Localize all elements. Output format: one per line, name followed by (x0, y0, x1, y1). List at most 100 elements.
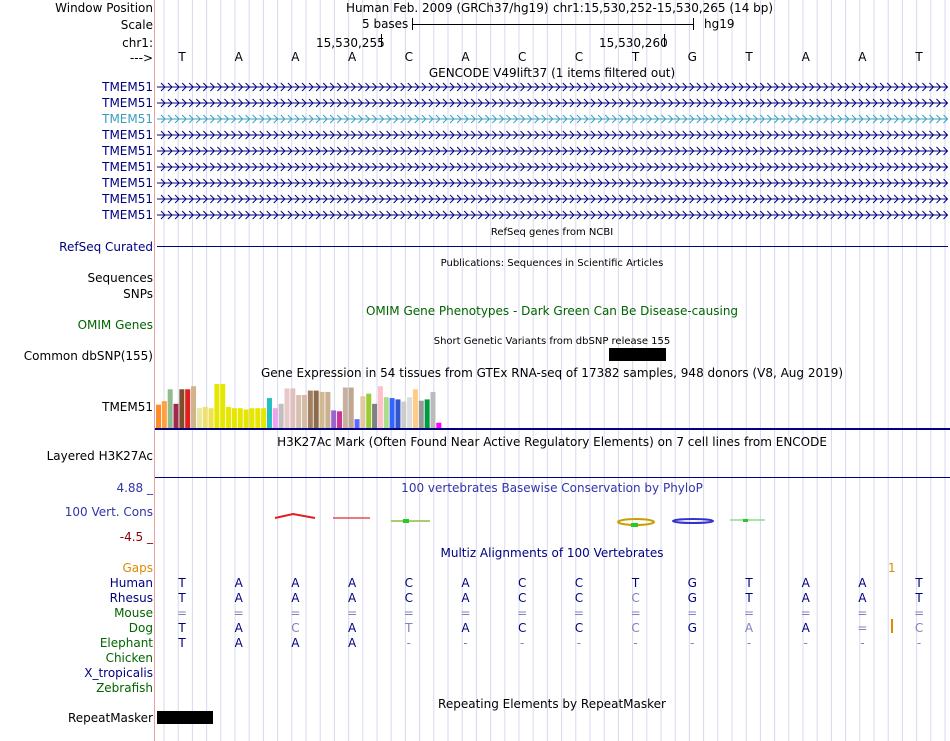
gtex-tissue-bar[interactable] (319, 391, 325, 428)
gtex-tissue-bar[interactable] (214, 384, 220, 428)
gtex-tissue-bar[interactable] (302, 395, 307, 428)
gtex-tissue-bar[interactable] (307, 390, 313, 428)
gtex-tissue-bar[interactable] (249, 408, 255, 428)
gencode-gene-model[interactable] (157, 82, 948, 92)
gencode-gene-label[interactable]: TMEM51 (102, 208, 153, 222)
alignment-base: T (178, 591, 186, 605)
alignment-base: A (461, 576, 470, 590)
gtex-tissue-bar[interactable] (161, 401, 167, 428)
gtex-tissue-bar[interactable] (366, 393, 372, 428)
gtex-tissue-bar[interactable] (389, 398, 395, 428)
gencode-gene-label[interactable]: TMEM51 (102, 144, 153, 158)
gtex-track-label[interactable]: TMEM51 (102, 400, 153, 414)
window-position-label: Window Position (55, 1, 153, 15)
gtex-tissue-bar[interactable] (179, 389, 185, 428)
phylop-track-label[interactable]: 100 Vert. Cons (65, 505, 153, 519)
sequences-track-label[interactable]: Sequences (88, 271, 153, 285)
gtex-tissue-bar[interactable] (325, 391, 331, 428)
gtex-tissue-bar[interactable] (360, 396, 366, 428)
gtex-tissue-bar[interactable] (284, 388, 290, 428)
tick-label-left: 15,530,255 (316, 36, 385, 50)
gtex-tissue-bar[interactable] (272, 408, 278, 428)
gtex-tissue-bar[interactable] (208, 408, 214, 428)
gencode-gene-label[interactable]: TMEM51 (102, 160, 153, 174)
gtex-tissue-bar[interactable] (173, 403, 179, 428)
gtex-tissue-bar[interactable] (266, 398, 272, 428)
gtex-tissue-bar[interactable] (337, 411, 343, 428)
alignment-base: - (916, 636, 922, 650)
repeatmasker-track-label[interactable]: RepeatMasker (68, 711, 153, 725)
gtex-tissue-bar[interactable] (261, 408, 267, 428)
gtex-tissue-bar[interactable] (243, 409, 249, 428)
h3k27ac-track-label[interactable]: Layered H3K27Ac (47, 449, 153, 463)
snps-track-label[interactable]: SNPs (123, 287, 153, 301)
gtex-tissue-bar[interactable] (348, 387, 354, 428)
gtex-tissue-bar[interactable] (383, 397, 389, 428)
gencode-gene-label[interactable]: TMEM51 (102, 192, 153, 206)
gtex-tissue-bar[interactable] (237, 408, 243, 428)
gtex-tissue-bar[interactable] (407, 397, 413, 428)
gencode-track-title: GENCODE V49lift37 (1 items filtered out) (428, 66, 676, 80)
gencode-gene-model[interactable] (157, 162, 948, 172)
gencode-gene-model[interactable] (157, 210, 948, 220)
gencode-gene-label[interactable]: TMEM51 (102, 112, 153, 126)
gencode-gene-label[interactable]: TMEM51 (102, 128, 153, 142)
gencode-gene-model[interactable] (157, 178, 948, 188)
gtex-tissue-bar[interactable] (226, 406, 232, 428)
refseq-track-label[interactable]: RefSeq Curated (59, 240, 153, 254)
gencode-gene-label[interactable]: TMEM51 (102, 80, 153, 94)
gtex-tissue-bar[interactable] (202, 406, 208, 428)
dbsnp-track-label[interactable]: Common dbSNP(155) (24, 349, 153, 363)
alignment-base: C (574, 576, 584, 590)
gtex-tissue-bar[interactable] (395, 399, 401, 428)
gtex-tissue-bar[interactable] (377, 386, 383, 428)
alignment-base: - (463, 636, 468, 650)
gtex-tissue-bar[interactable] (220, 384, 226, 428)
gtex-expression-bars[interactable] (155, 380, 950, 432)
gtex-tissue-bar[interactable] (401, 401, 407, 428)
gencode-gene-model[interactable] (157, 146, 948, 156)
gtex-tissue-bar[interactable] (296, 395, 302, 428)
alignment-base: C (291, 621, 300, 635)
gtex-tissue-bar[interactable] (424, 399, 430, 428)
refseq-gene-line[interactable] (157, 246, 948, 247)
gtex-tissue-bar[interactable] (185, 389, 191, 428)
gtex-tissue-bar[interactable] (313, 390, 319, 428)
alignment-base: A (234, 576, 243, 590)
gtex-tissue-bar[interactable] (331, 410, 337, 428)
gencode-gene-model[interactable] (157, 194, 948, 204)
gtex-tissue-bar[interactable] (278, 403, 284, 428)
gencode-gene-model[interactable] (157, 98, 948, 108)
alignment-base: = (233, 606, 244, 620)
gtex-tissue-bar[interactable] (372, 403, 378, 428)
gtex-tissue-bar[interactable] (418, 400, 424, 428)
gtex-tissue-bar[interactable] (255, 408, 261, 428)
gtex-tissue-bar[interactable] (412, 389, 418, 428)
gtex-tissue-bar[interactable] (167, 389, 173, 428)
alignment-base: = (914, 606, 925, 620)
multiz-track-title: Multiz Alignments of 100 Vertebrates (440, 546, 664, 560)
gtex-tissue-bar[interactable] (196, 408, 202, 428)
h3k27ac-track-title: H3K27Ac Mark (Often Found Near Active Re… (277, 435, 827, 449)
omim-track-label[interactable]: OMIM Genes (78, 318, 153, 332)
base-letter: C (574, 50, 584, 64)
gtex-tissue-bar[interactable] (430, 391, 436, 428)
gencode-gene-model[interactable] (157, 114, 948, 124)
gtex-tissue-bar[interactable] (354, 419, 360, 428)
gtex-tissue-bar[interactable] (191, 386, 197, 428)
alignment-base: C (914, 621, 924, 635)
gtex-tissue-bar[interactable] (156, 404, 161, 428)
gtex-tissue-bar[interactable] (342, 387, 348, 428)
alignment-base: C (631, 621, 640, 635)
gencode-gene-model[interactable] (157, 130, 948, 140)
gencode-gene-label[interactable]: TMEM51 (102, 96, 153, 110)
gtex-tissue-bar[interactable] (231, 408, 237, 428)
gtex-tissue-bar[interactable] (290, 388, 296, 428)
alignment-base: - (576, 636, 582, 650)
repeatmasker-element[interactable] (157, 711, 213, 724)
gtex-tissue-bar[interactable] (436, 422, 442, 428)
alignment-base: A (234, 591, 243, 605)
phylop-signal[interactable] (155, 508, 950, 532)
dbsnp-variant-box[interactable] (609, 348, 666, 361)
gencode-gene-label[interactable]: TMEM51 (102, 176, 153, 190)
